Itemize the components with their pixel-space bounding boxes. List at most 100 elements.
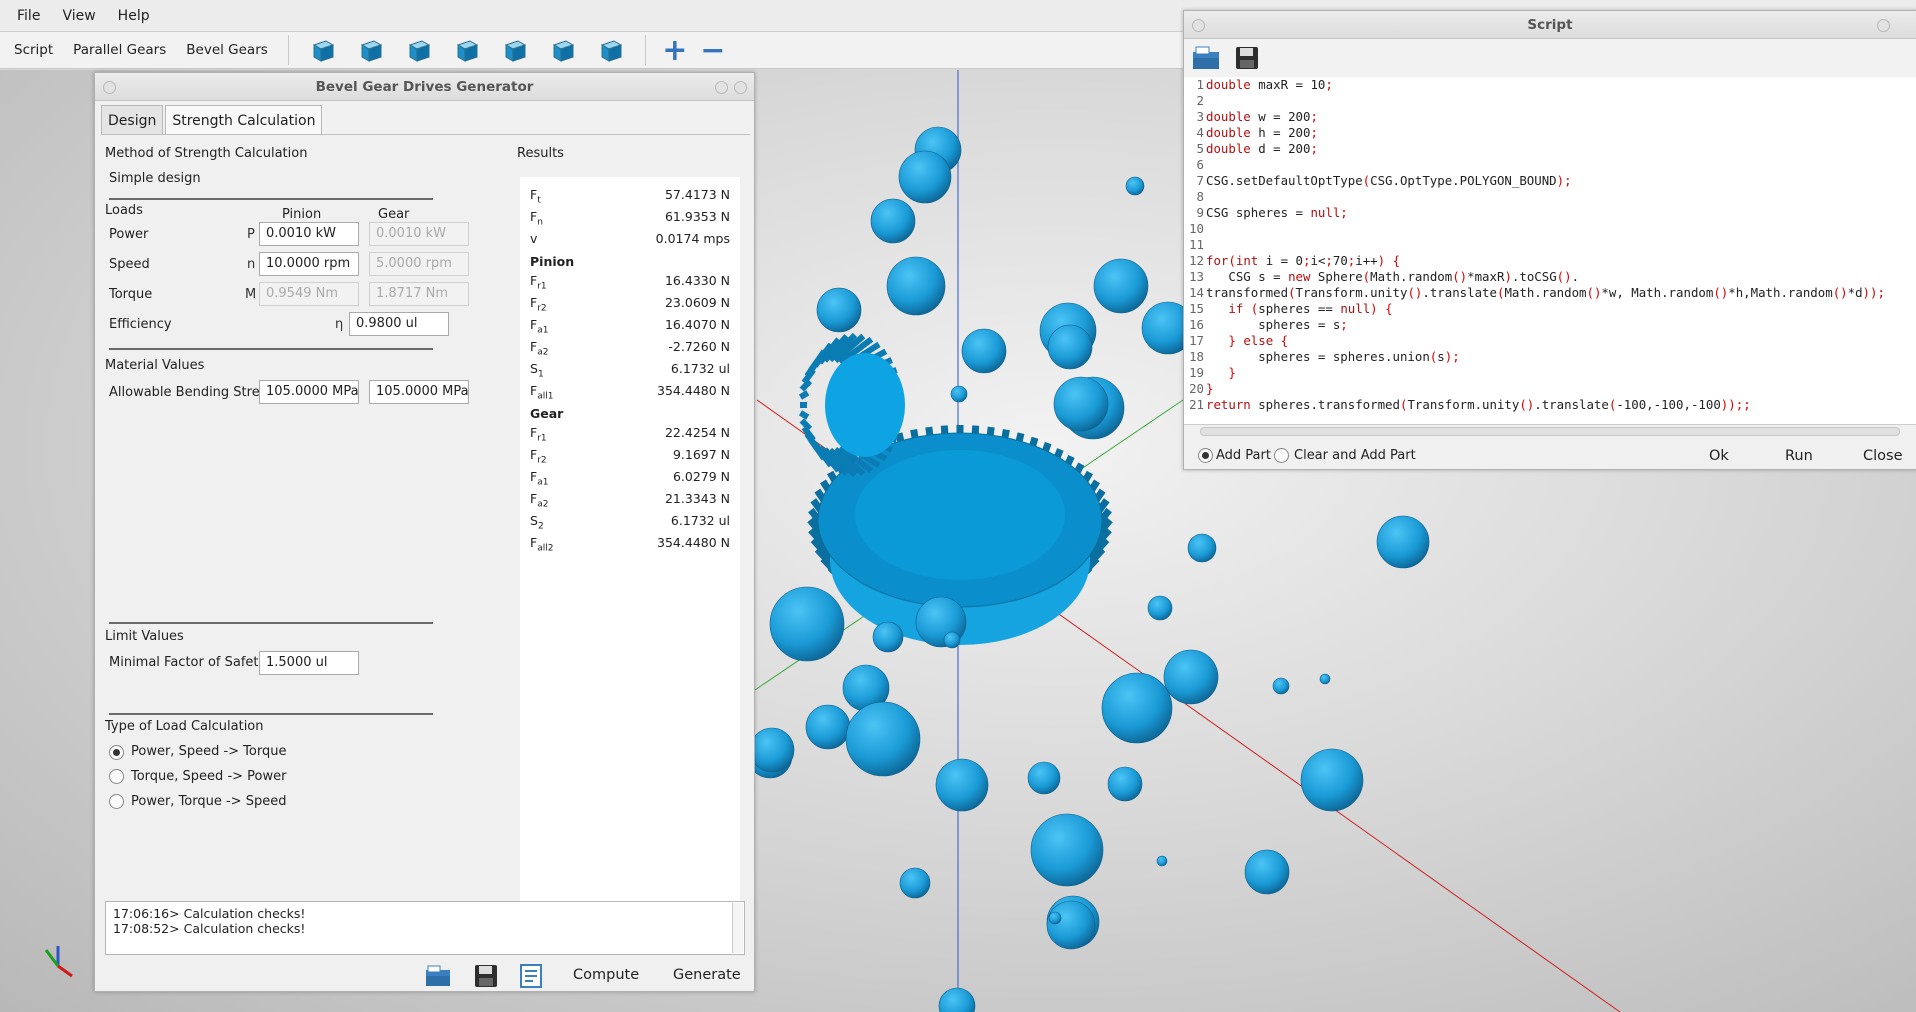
view-top-icon[interactable] — [500, 35, 530, 65]
radio-power-torque-speed[interactable] — [109, 794, 124, 809]
method-value[interactable]: Simple design — [109, 171, 201, 186]
run-button[interactable]: Run — [1785, 439, 1813, 473]
tab-strength-calculation[interactable]: Strength Calculation — [165, 105, 323, 135]
menu-view[interactable]: View — [51, 0, 106, 32]
bending-stress-gear-input[interactable]: 105.0000 MPa — [369, 380, 469, 404]
close-icon[interactable] — [734, 81, 747, 94]
sphere-mesh — [899, 867, 931, 899]
view-left-icon[interactable] — [404, 35, 434, 65]
separator — [109, 348, 433, 350]
result-value: 9.1697 N — [672, 447, 730, 462]
sphere-mesh — [938, 987, 976, 1012]
generate-button[interactable]: Generate — [673, 958, 741, 992]
radio-torque-speed-power[interactable] — [109, 769, 124, 784]
sphere-mesh — [805, 704, 851, 750]
radio-label: Torque, Speed -> Power — [131, 769, 287, 784]
sphere-mesh — [886, 256, 946, 316]
safety-factor-input[interactable]: 1.5000 ul — [259, 651, 359, 675]
sphere-mesh — [1047, 324, 1093, 370]
code-line: 6 — [1196, 157, 1204, 172]
result-row: S2 6.1732 ul — [530, 511, 730, 533]
radio-power-speed-torque[interactable] — [109, 745, 124, 760]
zoom-out-icon[interactable]: − — [698, 33, 728, 68]
result-value: 22.4254 N — [664, 425, 730, 440]
result-symbol: v — [530, 231, 538, 246]
view-buttons — [299, 35, 635, 65]
code-line: 5 double d = 200; — [1196, 141, 1318, 156]
radio-label: Power, Speed -> Torque — [131, 744, 287, 759]
clear-add-part-label: Clear and Add Part — [1294, 448, 1416, 463]
view-iso-icon[interactable] — [596, 35, 626, 65]
material-title: Material Values — [105, 358, 205, 373]
axis-gizmo-x — [57, 964, 73, 978]
compute-button[interactable]: Compute — [573, 958, 639, 992]
view-back-icon[interactable] — [356, 35, 386, 65]
power-symbol: P — [247, 227, 255, 242]
horizontal-scrollbar[interactable] — [1184, 424, 1916, 438]
minimize-icon[interactable] — [1877, 19, 1890, 32]
radio-clear-add-part[interactable] — [1274, 448, 1289, 463]
code-editor[interactable]: 1 double maxR = 10; 2 3 double w = 200; 4 doub… — [1184, 77, 1916, 424]
result-value: 6.1732 ul — [670, 361, 730, 376]
result-symbol: Fa1 — [530, 317, 549, 336]
menu-file[interactable]: File — [6, 0, 51, 32]
separator — [109, 622, 433, 624]
sphere-mesh — [1030, 813, 1104, 887]
tab-design[interactable]: Design — [101, 105, 164, 135]
window-menu-icon[interactable] — [1192, 19, 1205, 32]
bevel-gears-button[interactable]: Bevel Gears — [176, 32, 278, 69]
window-menu-icon[interactable] — [103, 81, 116, 94]
ok-button[interactable]: Ok — [1709, 439, 1729, 473]
sphere-mesh — [1101, 672, 1173, 744]
minimize-icon[interactable] — [715, 81, 728, 94]
log-area[interactable]: 17:06:16> Calculation checks! 17:08:52> … — [105, 901, 745, 955]
sphere-mesh — [1048, 911, 1062, 925]
radio-add-part[interactable] — [1198, 448, 1213, 463]
efficiency-input[interactable]: 0.9800 ul — [349, 312, 449, 336]
bending-stress-pinion-input[interactable]: 105.0000 MPa — [259, 380, 359, 404]
result-symbol: Fa2 — [530, 491, 549, 510]
result-symbol: Fr2 — [530, 447, 547, 466]
zoom-in-icon[interactable]: + — [660, 33, 690, 68]
sphere-mesh — [1125, 176, 1145, 196]
view-front-icon[interactable] — [308, 35, 338, 65]
save-icon[interactable] — [1234, 45, 1260, 71]
window-title: Script — [1184, 11, 1916, 39]
speed-pinion-input[interactable]: 10.0000 rpm — [259, 252, 359, 276]
sphere-mesh — [935, 758, 989, 812]
menu-help[interactable]: Help — [107, 0, 161, 32]
add-part-label: Add Part — [1216, 448, 1271, 463]
code-line: 19 } — [1189, 365, 1236, 380]
export-icon[interactable] — [519, 964, 545, 988]
sphere-mesh — [816, 287, 862, 333]
script-window: Script 1 double maxR = 10; 2 3 double w = 20… — [1183, 10, 1916, 470]
code-line: 16 spheres = s; — [1189, 317, 1348, 332]
open-file-icon[interactable] — [1192, 45, 1220, 71]
power-pinion-input[interactable]: 0.0010 kW — [259, 222, 359, 246]
script-toolbar — [1184, 39, 1916, 77]
view-bottom-icon[interactable] — [548, 35, 578, 65]
save-icon[interactable] — [473, 964, 499, 988]
result-symbol: Fr1 — [530, 273, 547, 292]
result-row: S1 6.1732 ul — [530, 359, 730, 381]
script-button[interactable]: Script — [4, 32, 63, 69]
result-row: Fr1 16.4330 N — [530, 271, 730, 293]
results-title: Results — [517, 146, 564, 161]
toolbar-separator — [644, 35, 646, 65]
safety-factor-label: Minimal Factor of Safety — [109, 655, 267, 670]
result-row: Fr2 23.0609 N — [530, 293, 730, 315]
open-file-icon[interactable] — [425, 964, 451, 988]
method-section-title: Method of Strength Calculation — [105, 146, 308, 161]
result-row: Fall1 354.4480 N — [530, 381, 730, 403]
sphere-mesh — [872, 621, 904, 653]
view-right-icon[interactable] — [452, 35, 482, 65]
code-line: 12 for(int i = 0;i<;70;i++) { — [1189, 253, 1401, 268]
bevel-gear-generator-window: Bevel Gear Drives Generator Design Stren… — [94, 72, 755, 992]
result-row: v 0.0174 mps — [530, 229, 730, 251]
parallel-gears-button[interactable]: Parallel Gears — [63, 32, 176, 69]
close-button[interactable]: Close — [1863, 439, 1903, 473]
result-value: 61.9353 N — [664, 209, 730, 224]
log-scrollbar[interactable] — [732, 903, 743, 953]
code-line: 9 CSG spheres = null; — [1196, 205, 1348, 220]
torque-gear-input: 1.8717 Nm — [369, 282, 469, 306]
